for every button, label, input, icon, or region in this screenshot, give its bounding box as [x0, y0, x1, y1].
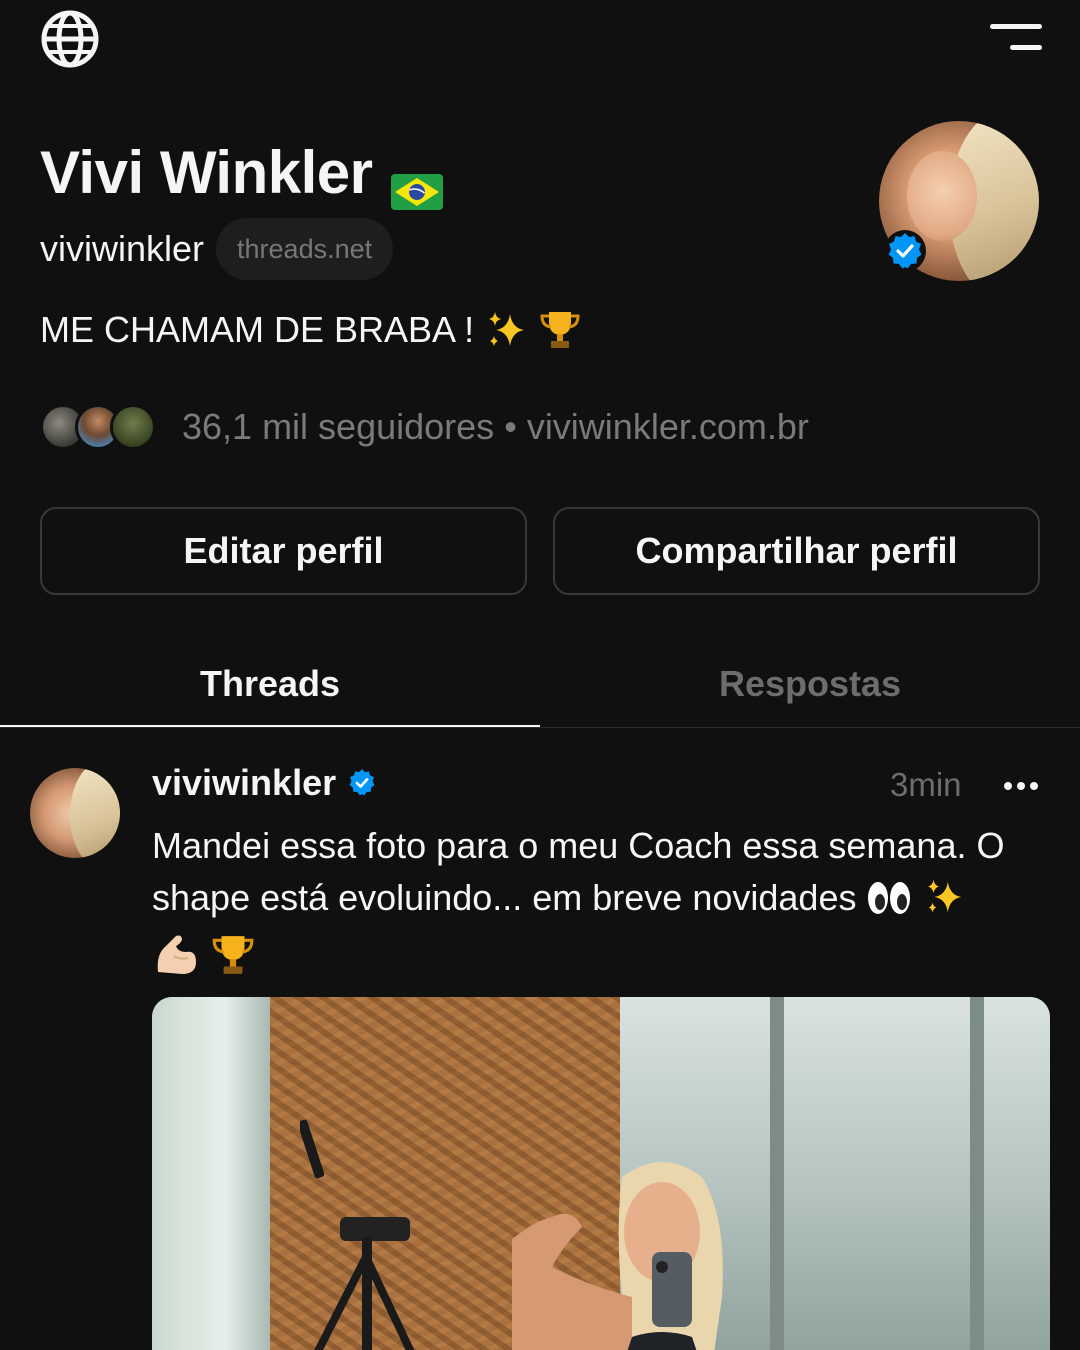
trophy-icon: [538, 308, 582, 352]
bio: ME CHAMAM DE BRABA !: [40, 308, 582, 352]
followers-row[interactable]: 36,1 mil seguidores • viviwinkler.com.br: [40, 404, 809, 450]
domain-badge[interactable]: threads.net: [216, 218, 394, 280]
tripod-shape: [300, 1119, 415, 1350]
more-icon[interactable]: [1000, 776, 1042, 796]
post-text: Mandei essa foto para o meu Coach essa s…: [152, 820, 1062, 992]
post-image[interactable]: [152, 997, 1050, 1350]
follower-avatars: [40, 404, 160, 450]
post-username[interactable]: viviwinkler: [152, 762, 336, 804]
trophy-icon: [210, 932, 256, 992]
post-author[interactable]: viviwinkler: [152, 762, 378, 804]
verified-badge-icon: [346, 767, 378, 799]
profile-link[interactable]: viviwinkler.com.br: [527, 406, 809, 447]
bio-text: ME CHAMAM DE BRABA !: [40, 309, 475, 350]
sparkles-icon: [484, 308, 528, 352]
follower-avatar: [110, 404, 156, 450]
username: viviwinkler: [40, 228, 205, 269]
globe-icon[interactable]: [40, 9, 100, 69]
edit-profile-button[interactable]: Editar perfil: [40, 507, 527, 595]
post-avatar[interactable]: [30, 768, 120, 858]
person-shape: [512, 1162, 723, 1350]
menu-icon[interactable]: [988, 24, 1042, 54]
followers-count[interactable]: 36,1 mil seguidores • viviwinkler.com.br: [182, 406, 809, 448]
handle-row: viviwinkler threads.net: [40, 218, 394, 280]
sparkles-icon: [923, 876, 965, 932]
share-profile-button[interactable]: Compartilhar perfil: [553, 507, 1040, 595]
eyes-icon: [866, 878, 912, 932]
display-name-text: Vivi Winkler: [40, 139, 373, 206]
tab-threads[interactable]: Threads: [0, 640, 540, 728]
tab-divider: [0, 727, 1080, 728]
flexed-biceps-icon: [152, 932, 200, 992]
brazil-flag-icon: [390, 155, 443, 210]
verified-badge-icon: [883, 229, 927, 273]
tab-replies[interactable]: Respostas: [540, 640, 1080, 728]
profile-display-name: Vivi Winkler: [40, 138, 443, 210]
post-timestamp: 3min: [890, 766, 962, 803]
